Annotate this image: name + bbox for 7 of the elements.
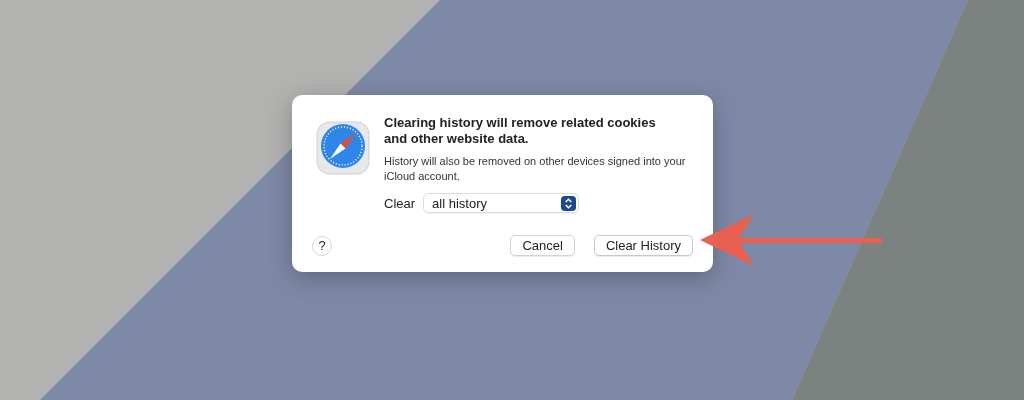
clear-history-button[interactable]: Clear History <box>593 235 693 256</box>
help-button[interactable]: ? <box>312 235 332 256</box>
cancel-button[interactable]: Cancel <box>510 235 575 256</box>
dialog-title: Clearing history will remove related cookies and other website data. <box>384 115 657 147</box>
clear-label: Clear <box>384 195 416 211</box>
history-range-popup[interactable]: all history <box>423 193 580 213</box>
dialog-message: History will also be removed on other devices signed into your iCloud account. <box>384 154 687 184</box>
